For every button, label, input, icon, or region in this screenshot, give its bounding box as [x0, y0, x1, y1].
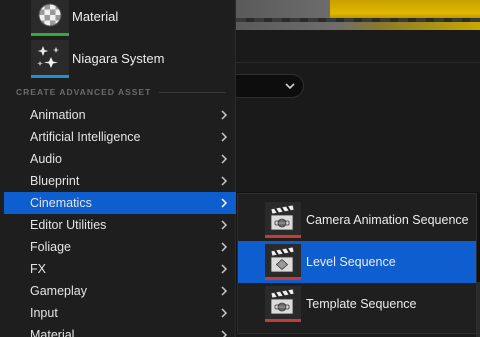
viewport-stripe — [236, 18, 480, 22]
category-input[interactable]: Input — [4, 302, 236, 324]
submenu-item-template-sequence[interactable]: Template Sequence — [238, 283, 476, 325]
chevron-down-icon — [285, 83, 295, 90]
category-cinematics[interactable]: Cinematics — [4, 192, 236, 214]
clapperboard-camera-icon — [265, 202, 301, 238]
chevron-right-icon — [221, 308, 228, 318]
sequence-accent-bar — [265, 319, 301, 322]
submenu-label: Template Sequence — [306, 297, 417, 311]
background-panel — [236, 30, 480, 192]
chevron-right-icon — [221, 198, 228, 208]
category-foliage[interactable]: Foliage — [4, 236, 236, 258]
category-label: Audio — [30, 152, 62, 166]
niagara-accent-bar — [31, 75, 69, 78]
cinematics-submenu: Camera Animation Sequence Level Sequence — [237, 193, 477, 334]
chevron-right-icon — [221, 264, 228, 274]
chevron-right-icon — [221, 132, 228, 142]
background-divider — [236, 62, 480, 63]
category-animation[interactable]: Animation — [4, 104, 236, 126]
category-label: Animation — [30, 108, 86, 122]
category-label: Foliage — [30, 240, 71, 254]
chevron-right-icon — [221, 154, 228, 164]
submenu-item-level-sequence[interactable]: Level Sequence — [238, 241, 476, 283]
category-label: Artificial Intelligence — [30, 130, 141, 144]
asset-label: Niagara System — [72, 51, 165, 66]
chevron-right-icon — [221, 242, 228, 252]
chevron-right-icon — [221, 330, 228, 337]
section-header-label: CREATE ADVANCED ASSET — [16, 87, 152, 97]
category-blueprint[interactable]: Blueprint — [4, 170, 236, 192]
chevron-right-icon — [221, 110, 228, 120]
submenu-label: Level Sequence — [306, 255, 396, 269]
category-artificial-intelligence[interactable]: Artificial Intelligence — [4, 126, 236, 148]
viewport-strip — [236, 0, 480, 30]
asset-item-niagara-system[interactable]: Niagara System — [0, 38, 236, 80]
category-label: Editor Utilities — [30, 218, 107, 232]
asset-item-material[interactable]: Material — [0, 0, 236, 38]
sequence-accent-bar — [265, 277, 301, 280]
chevron-right-icon — [221, 176, 228, 186]
chevron-right-icon — [221, 220, 228, 230]
category-label: Gameplay — [30, 284, 87, 298]
material-sphere-icon — [31, 0, 69, 36]
clapperboard-template-icon — [265, 286, 301, 322]
create-asset-menu: Material Niagara System CREATE ADVANCED … — [0, 0, 236, 337]
section-header: CREATE ADVANCED ASSET — [16, 86, 226, 98]
category-label: Cinematics — [30, 196, 92, 210]
submenu-label: Camera Animation Sequence — [306, 213, 469, 227]
category-gameplay[interactable]: Gameplay — [4, 280, 236, 302]
category-label: Input — [30, 306, 58, 320]
category-editor-utilities[interactable]: Editor Utilities — [4, 214, 236, 236]
background-dropdown[interactable] — [236, 74, 304, 98]
chevron-right-icon — [221, 286, 228, 296]
asset-label: Material — [72, 9, 119, 24]
material-accent-bar — [31, 33, 69, 36]
clapperboard-level-icon — [265, 244, 301, 280]
submenu-item-camera-animation-sequence[interactable]: Camera Animation Sequence — [238, 199, 476, 241]
category-audio[interactable]: Audio — [4, 148, 236, 170]
sequence-accent-bar — [265, 235, 301, 238]
category-material[interactable]: Material — [4, 324, 236, 337]
category-label: FX — [30, 262, 46, 276]
category-label: Blueprint — [30, 174, 80, 188]
section-divider — [159, 91, 226, 93]
category-label: Material — [30, 328, 75, 337]
category-fx[interactable]: FX — [4, 258, 236, 280]
niagara-sparkle-icon — [31, 40, 69, 78]
